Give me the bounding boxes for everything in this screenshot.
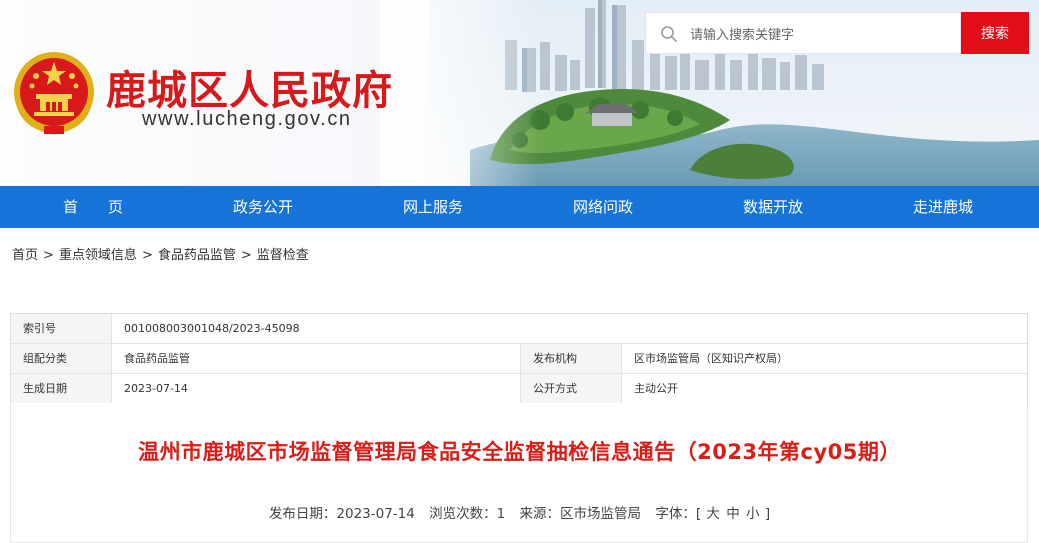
font-size-bracket-close: ] xyxy=(764,506,771,522)
meta-row-index: 索引号 001008003001048/2023-45098 xyxy=(11,314,1027,344)
article-publish-date: 发布日期：2023-07-14 xyxy=(268,506,415,522)
search-icon xyxy=(661,26,677,42)
article-info-bar: 发布日期：2023-07-14 浏览次数：1 来源：区市场监管局 字体：[ 大 … xyxy=(0,502,1039,522)
search-button[interactable]: 搜索 xyxy=(961,12,1029,54)
nav-item-home[interactable]: 首 页 xyxy=(63,186,123,228)
meta-publisher-label: 发布机构 xyxy=(521,344,621,373)
nav-item-about-lucheng[interactable]: 走进鹿城 xyxy=(913,186,973,228)
breadcrumb-inspection[interactable]: 监督检查 xyxy=(257,248,309,263)
main-nav: 首 页 政务公开 网上服务 网络问政 数据开放 走进鹿城 xyxy=(0,186,1039,228)
meta-row-category: 组配分类 食品药品监管 发布机构 区市场监管局（区知识产权局） xyxy=(11,344,1027,374)
meta-category-value: 食品药品监管 xyxy=(124,352,190,365)
article-view-count: 浏览次数：1 xyxy=(429,506,506,522)
breadcrumb-separator: > xyxy=(240,248,252,263)
nav-item-open-data[interactable]: 数据开放 xyxy=(743,186,803,228)
meta-disclosure-label: 公开方式 xyxy=(521,374,621,403)
article-panel xyxy=(10,403,1028,543)
breadcrumb-key-info[interactable]: 重点领域信息 xyxy=(59,248,137,263)
article-title: 温州市鹿城区市场监督管理局食品安全监督抽检信息通告（2023年第cy05期） xyxy=(138,440,901,464)
document-meta-table: 索引号 001008003001048/2023-45098 组配分类 食品药品… xyxy=(10,313,1028,404)
breadcrumb: 首页 > 重点领域信息 > 食品药品监管 > 监督检查 xyxy=(12,244,309,263)
meta-index-value: 001008003001048/2023-45098 xyxy=(124,322,300,335)
breadcrumb-food-drug[interactable]: 食品药品监管 xyxy=(158,248,236,263)
font-size-label: 字体：[ xyxy=(655,506,702,522)
breadcrumb-separator: > xyxy=(43,248,54,263)
nav-item-online-inquiry[interactable]: 网络问政 xyxy=(573,186,633,228)
search-input[interactable] xyxy=(688,22,952,48)
breadcrumb-separator: > xyxy=(141,248,153,263)
article-source: 来源：区市场监管局 xyxy=(519,506,642,522)
font-size-small-button[interactable]: 小 xyxy=(746,506,760,522)
meta-disclosure-value: 主动公开 xyxy=(634,382,678,395)
font-size-large-button[interactable]: 大 xyxy=(706,506,720,522)
breadcrumb-home[interactable]: 首页 xyxy=(12,248,38,263)
site-url: www.lucheng.gov.cn xyxy=(142,108,352,130)
nav-item-online-services[interactable]: 网上服务 xyxy=(403,186,463,228)
national-emblem-icon xyxy=(14,52,94,135)
search-box xyxy=(645,12,961,54)
meta-publisher-value: 区市场监管局（区知识产权局） xyxy=(634,352,788,365)
meta-index-label: 索引号 xyxy=(11,314,111,343)
meta-category-label: 组配分类 xyxy=(11,344,111,373)
site-header: 鹿城区人民政府 www.lucheng.gov.cn 搜索 xyxy=(0,0,1039,186)
meta-date-value: 2023-07-14 xyxy=(124,382,188,395)
meta-date-label: 生成日期 xyxy=(11,374,111,403)
font-size-medium-button[interactable]: 中 xyxy=(726,506,740,522)
nav-item-government-affairs[interactable]: 政务公开 xyxy=(233,186,293,228)
font-size-control: 字体：[ 大 中 小 ] xyxy=(655,506,770,522)
meta-row-date: 生成日期 2023-07-14 公开方式 主动公开 xyxy=(11,374,1027,404)
